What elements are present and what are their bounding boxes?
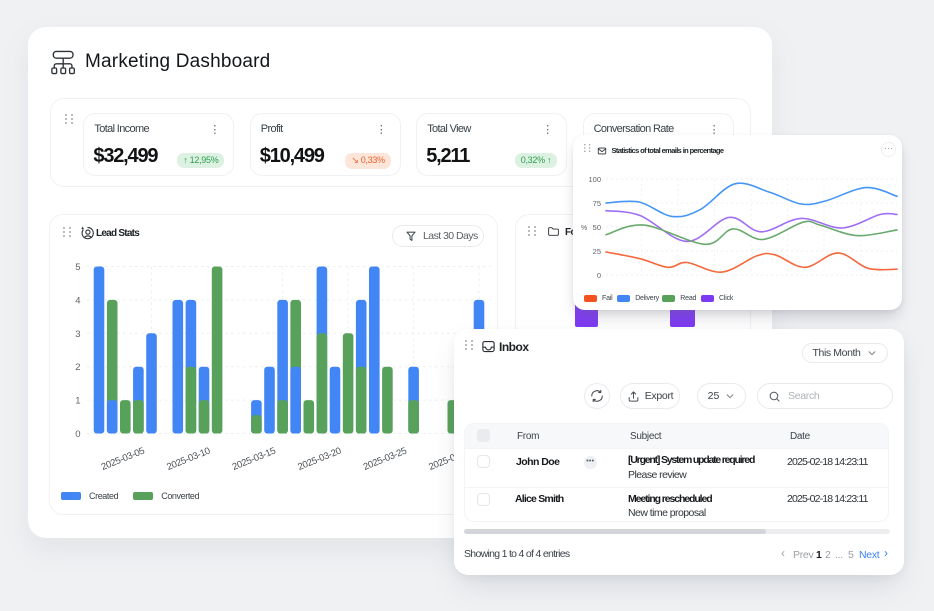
svg-text:1: 1 (75, 396, 80, 407)
svg-text:2: 2 (75, 362, 80, 373)
svg-text:5: 5 (75, 262, 80, 273)
svg-text:2025-03-20: 2025-03-20 (296, 446, 342, 473)
svg-text:2025-03-15: 2025-03-15 (231, 446, 277, 473)
svg-text:2025-03-25: 2025-03-25 (362, 446, 408, 473)
svg-text:2025-03-10: 2025-03-10 (165, 446, 211, 473)
svg-text:4: 4 (75, 295, 80, 306)
svg-text:2025-03-05: 2025-03-05 (100, 446, 146, 473)
svg-text:3: 3 (75, 329, 80, 340)
svg-text:0: 0 (75, 429, 80, 440)
